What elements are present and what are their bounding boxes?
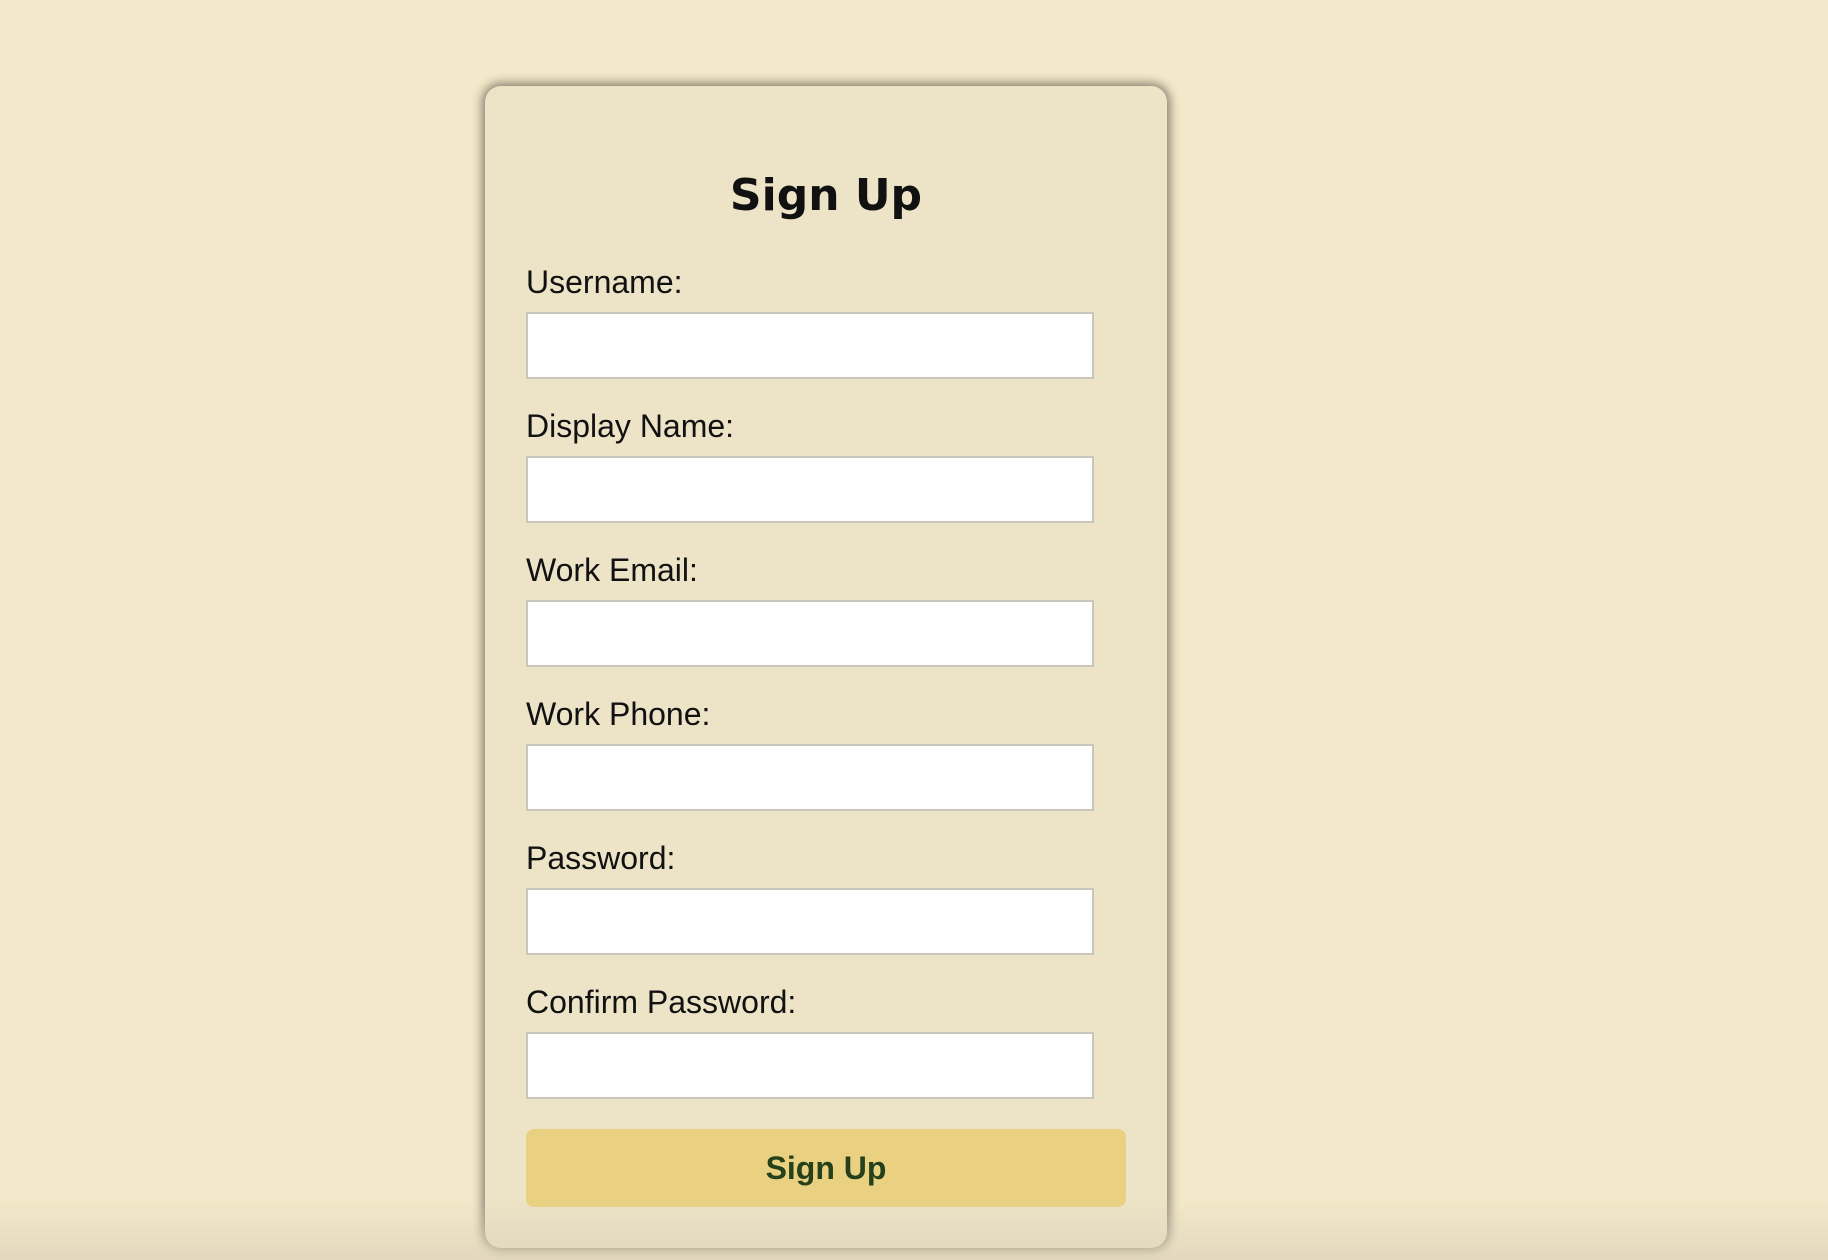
confirm-password-label: Confirm Password: xyxy=(526,984,797,1020)
work-email-label: Work Email: xyxy=(526,552,698,588)
display-name-input[interactable] xyxy=(526,456,1094,523)
username-input[interactable] xyxy=(526,312,1094,379)
work-phone-label: Work Phone: xyxy=(526,696,711,732)
sign-up-button[interactable]: Sign Up xyxy=(526,1129,1126,1207)
form-title: Sign Up xyxy=(729,170,923,221)
display-name-label: Display Name: xyxy=(526,408,735,444)
confirm-password-input[interactable] xyxy=(526,1032,1094,1099)
password-input[interactable] xyxy=(526,888,1094,955)
work-email-input[interactable] xyxy=(526,600,1094,667)
bottom-fade xyxy=(0,1200,1828,1260)
work-phone-input[interactable] xyxy=(526,744,1094,811)
signup-card: Sign Up Username: Display Name: Work Ema… xyxy=(485,86,1167,1248)
password-label: Password: xyxy=(526,840,676,876)
page: Sign Up Username: Display Name: Work Ema… xyxy=(0,0,1828,1260)
username-label: Username: xyxy=(526,264,683,300)
